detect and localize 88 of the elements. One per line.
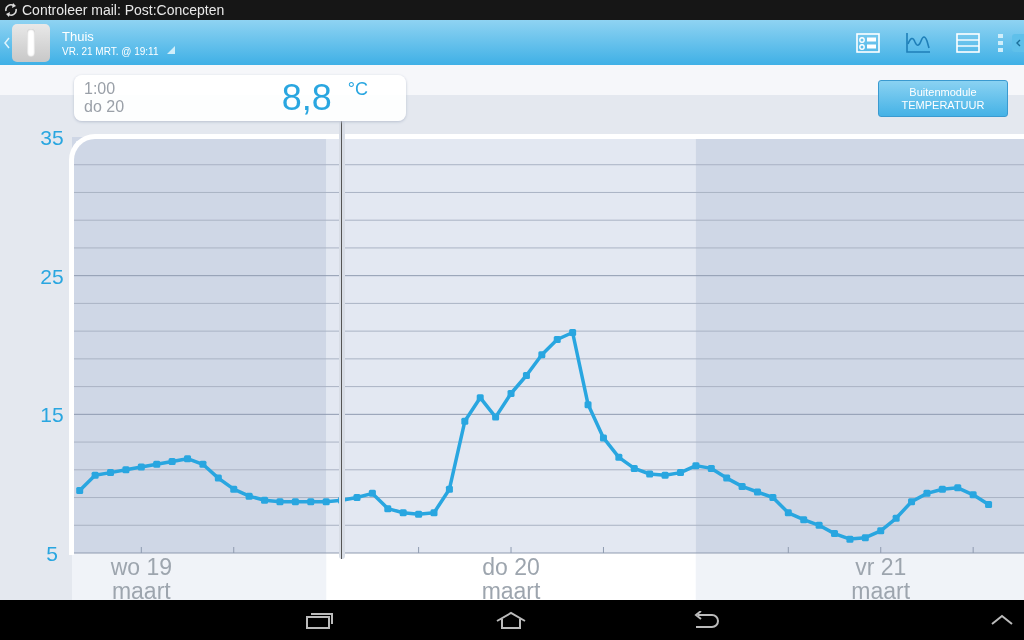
y-axis-label: 35 (40, 126, 64, 149)
point (569, 329, 577, 337)
recent-apps-icon[interactable] (305, 610, 335, 630)
point (815, 521, 823, 529)
point (892, 514, 900, 522)
point (461, 417, 469, 425)
day-label: wo 19 (110, 554, 172, 580)
cursor-line[interactable] (338, 121, 345, 559)
point (584, 401, 592, 409)
point (492, 413, 500, 421)
point (538, 351, 546, 359)
point (908, 498, 916, 506)
tooltip-time: 1:00 (84, 80, 117, 98)
point (476, 394, 484, 402)
tooltip-day: do 20 (84, 98, 125, 116)
point (153, 460, 161, 468)
point (276, 498, 284, 506)
point (676, 469, 684, 477)
back-icon[interactable] (692, 611, 720, 629)
point (831, 530, 839, 538)
point (553, 335, 561, 343)
point (137, 463, 145, 471)
notification-text: Controleer mail: Post:Concepten (22, 2, 225, 18)
point (291, 498, 299, 506)
home-icon[interactable] (495, 611, 527, 629)
point (445, 485, 453, 493)
point (954, 484, 962, 492)
point (368, 489, 376, 497)
point (199, 460, 207, 468)
point (122, 466, 130, 474)
point (800, 516, 808, 524)
day-label: do 20 (482, 554, 540, 580)
side-panel-tab[interactable] (1012, 33, 1024, 52)
point (923, 489, 931, 497)
point (322, 498, 330, 506)
point (846, 535, 854, 543)
point (522, 372, 530, 380)
point (599, 434, 607, 442)
point (76, 487, 84, 495)
point (738, 482, 746, 490)
point (430, 509, 438, 517)
y-axis-label: 25 (40, 264, 64, 288)
y-axis-label: 15 (40, 403, 64, 427)
point (91, 471, 99, 479)
line-graph-icon (905, 31, 931, 54)
point (384, 505, 392, 513)
modules-icon (856, 32, 880, 53)
point (723, 474, 731, 482)
point (985, 500, 993, 508)
list-icon (956, 32, 980, 53)
point (692, 462, 700, 470)
point (969, 491, 977, 499)
point (214, 474, 222, 482)
month-label: maart (111, 578, 171, 600)
point (938, 485, 946, 493)
point (754, 488, 761, 496)
point (769, 494, 777, 502)
temperature-value: 8,8 (281, 77, 332, 119)
point (661, 471, 669, 479)
point (307, 498, 315, 506)
point (399, 509, 407, 517)
y-axis-label: 5 (46, 542, 58, 565)
month-label: maart (851, 578, 911, 600)
day-label: vr 21 (855, 554, 907, 580)
location-title: Thuis (62, 28, 95, 44)
point (877, 527, 885, 535)
point (168, 457, 176, 465)
point (261, 496, 269, 504)
temperature-unit: °C (347, 79, 368, 100)
point (630, 464, 638, 472)
point (615, 453, 623, 461)
module-button[interactable]: Buitenmodule TEMPERATUUR (878, 80, 1008, 117)
up-caret-icon[interactable] (990, 614, 1014, 626)
point (707, 464, 715, 472)
point (353, 494, 361, 502)
point (245, 492, 253, 500)
date-time-text: VR. 21 MRT. @ 19:11 (62, 45, 159, 57)
month-label: maart (481, 578, 541, 600)
sync-icon (4, 3, 18, 17)
point (507, 390, 515, 398)
point (184, 455, 192, 463)
point (784, 509, 792, 517)
point (107, 469, 115, 477)
caret-icon (1015, 38, 1021, 47)
point (415, 510, 423, 518)
point (230, 485, 238, 493)
point (861, 534, 869, 542)
point (646, 470, 654, 478)
